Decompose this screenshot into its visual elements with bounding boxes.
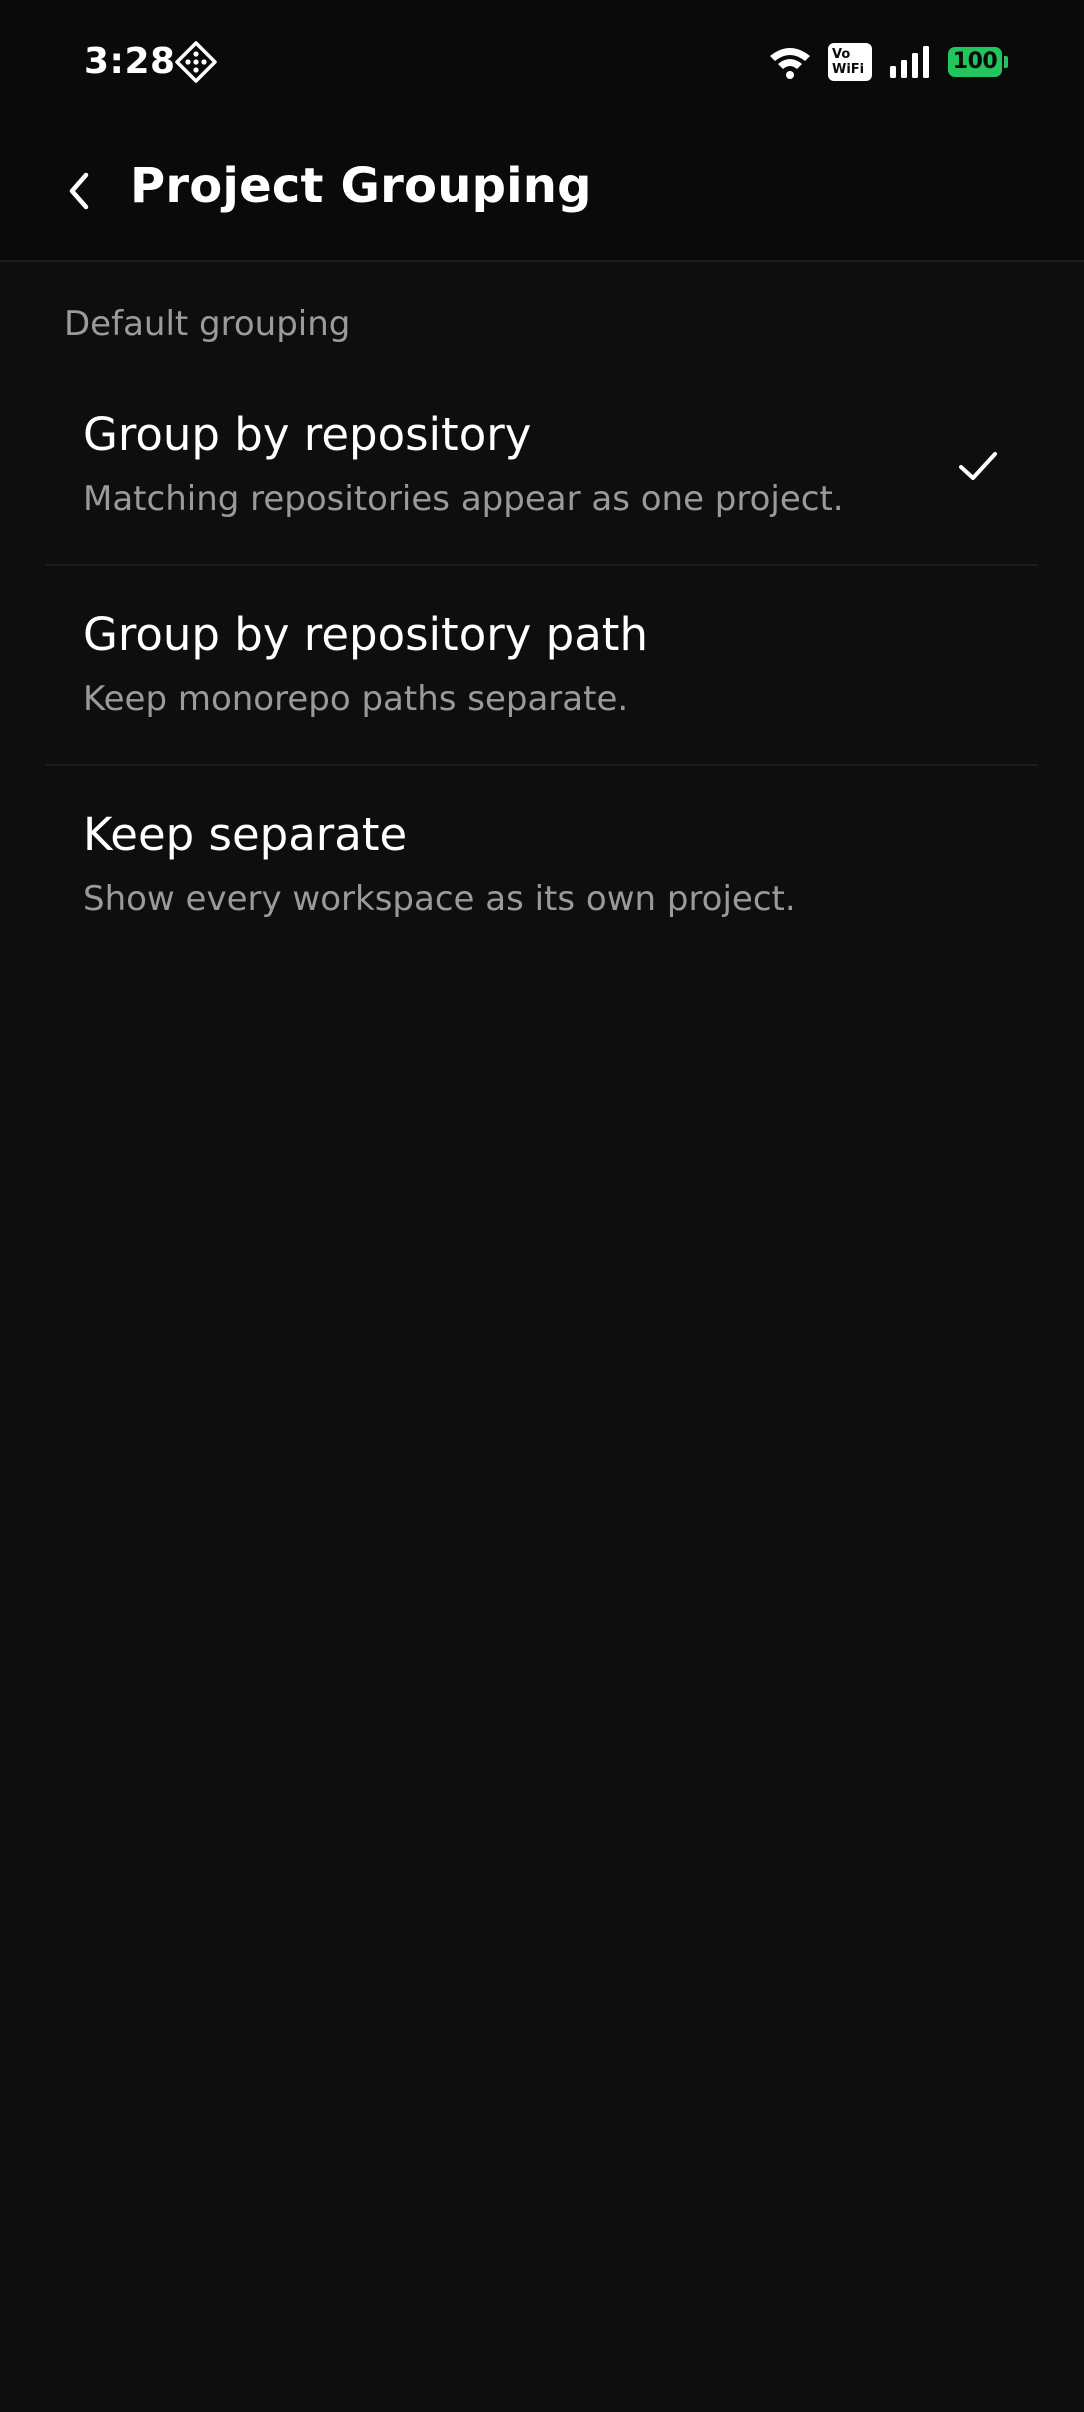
top-area: 3:28 Vo WiFi 100 Project Grouping bbox=[0, 0, 1084, 262]
status-indicators: Vo WiFi 100 bbox=[768, 42, 1008, 82]
check-icon bbox=[959, 452, 997, 480]
vowifi-icon: Vo WiFi bbox=[828, 43, 872, 81]
option-subtitle: Show every workspace as its own project. bbox=[83, 879, 796, 919]
status-time: 3:28 bbox=[84, 41, 176, 82]
option-subtitle: Matching repositories appear as one proj… bbox=[83, 479, 844, 519]
grouping-options-list: Group by repository Matching repositorie… bbox=[46, 366, 1038, 966]
option-group-by-repository[interactable]: Group by repository Matching repositorie… bbox=[46, 366, 1038, 566]
status-bar: 3:28 Vo WiFi 100 bbox=[0, 0, 1084, 124]
option-title: Group by repository path bbox=[83, 608, 648, 661]
section-label: Default grouping bbox=[64, 304, 351, 344]
app-bar: Project Grouping bbox=[0, 124, 1084, 260]
wifi-icon bbox=[770, 48, 810, 79]
option-subtitle: Keep monorepo paths separate. bbox=[83, 679, 629, 719]
cell-signal-icon bbox=[890, 46, 929, 78]
option-title: Group by repository bbox=[83, 408, 532, 461]
diamond-grid-icon bbox=[175, 41, 217, 83]
battery-level: 100 bbox=[952, 49, 998, 74]
page-title: Project Grouping bbox=[130, 158, 592, 214]
battery-icon: 100 bbox=[948, 47, 1008, 77]
chevron-left-icon bbox=[69, 172, 89, 210]
back-button[interactable] bbox=[50, 162, 108, 220]
vowifi-top-label: Vo bbox=[832, 47, 851, 62]
option-keep-separate[interactable]: Keep separate Show every workspace as it… bbox=[46, 766, 1038, 966]
option-title: Keep separate bbox=[83, 808, 408, 861]
vowifi-bottom-label: WiFi bbox=[832, 62, 865, 77]
option-group-by-repository-path[interactable]: Group by repository path Keep monorepo p… bbox=[46, 566, 1038, 766]
